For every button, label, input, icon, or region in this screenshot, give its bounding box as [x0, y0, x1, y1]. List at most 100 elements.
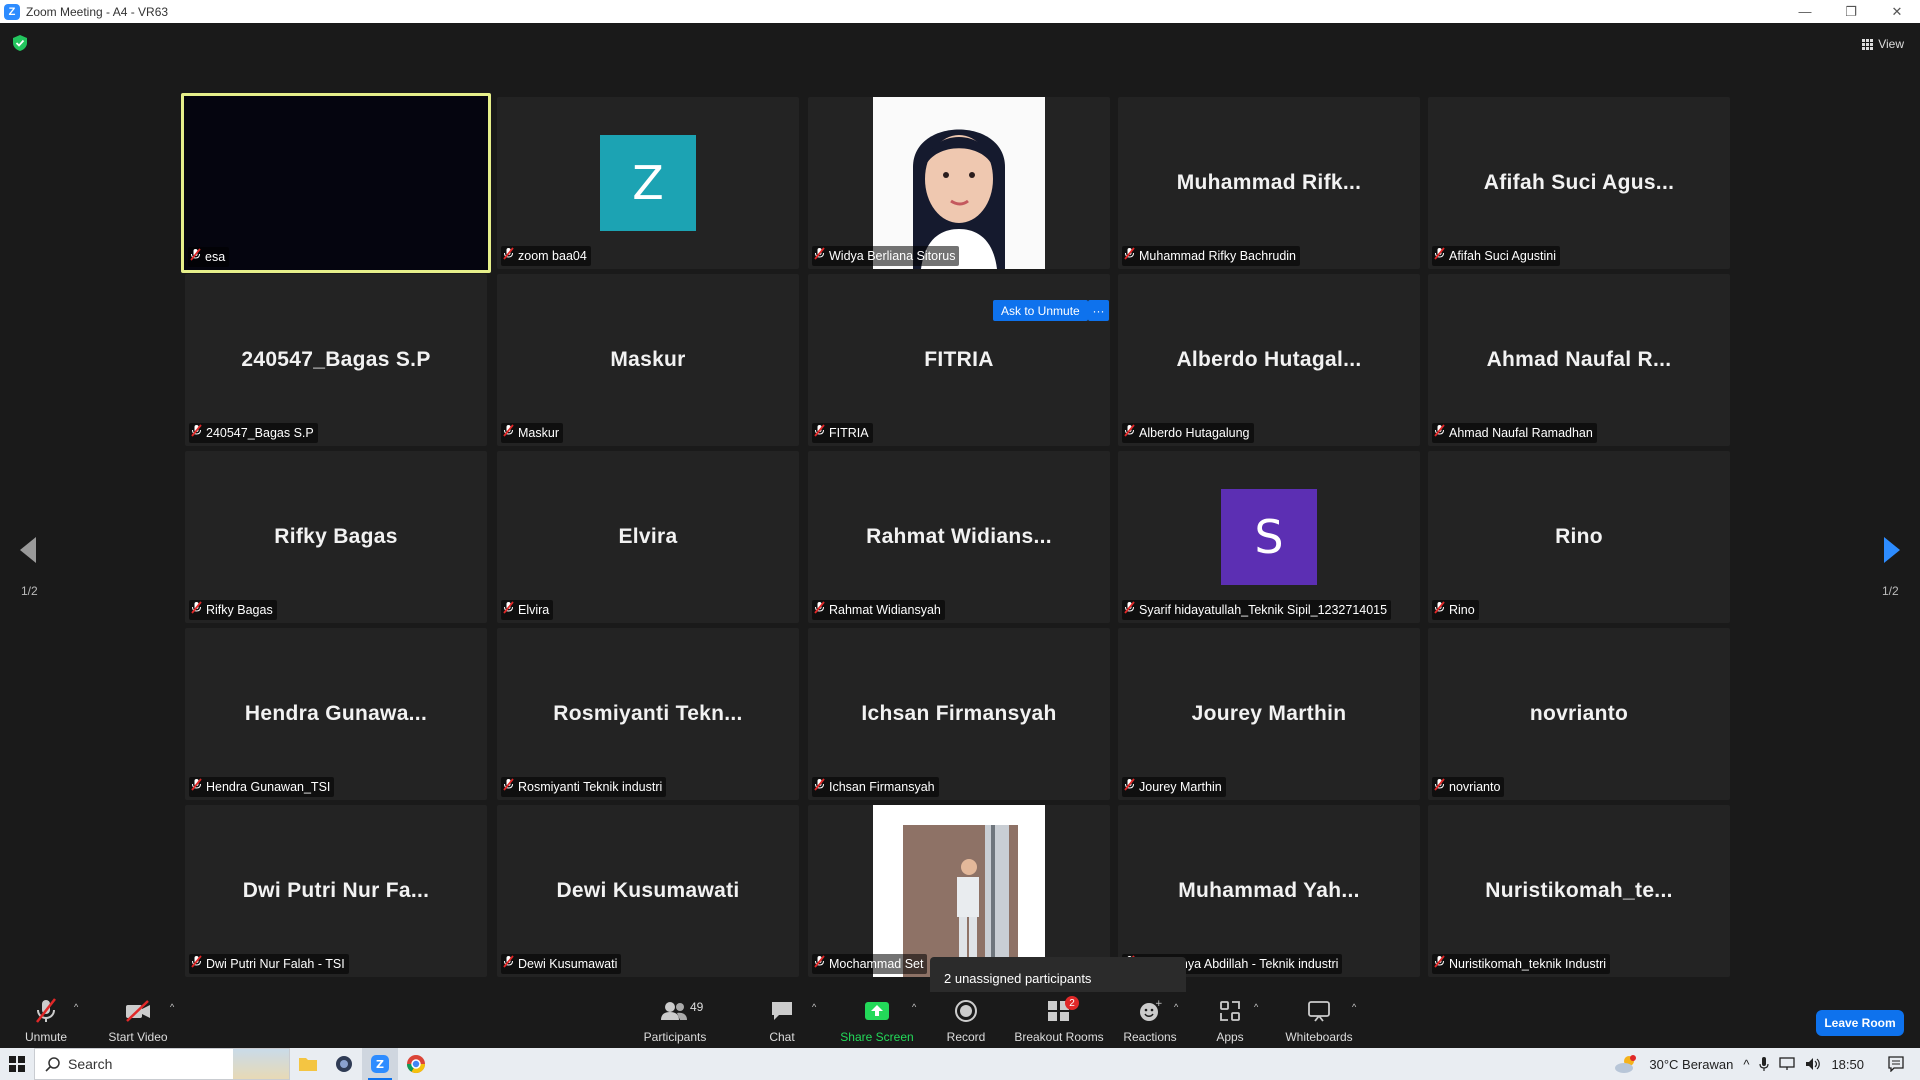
mic-muted-icon [191, 424, 202, 442]
participant-tile[interactable]: Jourey Marthin Jourey Marthin [1118, 628, 1420, 800]
participant-display-name: Rifky Bagas [274, 525, 398, 548]
participant-tile[interactable]: esa [181, 93, 491, 273]
view-label: View [1878, 37, 1904, 51]
start-video-button[interactable]: Start Video [106, 992, 170, 1048]
taskbar-search-input[interactable]: Search [34, 1048, 290, 1080]
participant-tile[interactable]: Afifah Suci Agus... Afifah Suci Agustini [1428, 97, 1730, 269]
participant-name-label: Maskur [501, 423, 563, 443]
participant-tile[interactable]: novrianto novrianto [1428, 628, 1730, 800]
avatar: S [1221, 489, 1317, 585]
participant-tile[interactable]: Rahmat Widians... Rahmat Widiansyah [808, 451, 1110, 623]
participant-tile[interactable]: Widya Berliana Sitorus [808, 97, 1110, 269]
whiteboards-options-caret-icon[interactable]: ^ [1352, 1002, 1356, 1012]
participant-name-text: 240547_Bagas S.P [206, 426, 314, 440]
previous-page-arrow-icon[interactable] [18, 535, 38, 565]
participant-tile[interactable]: Ahmad Naufal R... Ahmad Naufal Ramadhan [1428, 274, 1730, 446]
close-icon[interactable]: ✕ [1874, 0, 1920, 23]
participant-tile[interactable]: S Syarif hidayatullah_Teknik Sipil_123271… [1118, 451, 1420, 623]
participant-name-text: Mochammad Set [829, 957, 924, 971]
participant-name-text: Ahmad Naufal Ramadhan [1449, 426, 1593, 440]
chrome-icon[interactable] [398, 1048, 434, 1080]
participant-display-name: Dewi Kusumawati [556, 879, 740, 902]
participant-name-text: Muhammad Rifky Bachrudin [1139, 249, 1297, 263]
restore-icon[interactable]: ❐ [1828, 0, 1874, 23]
next-page-arrow-icon[interactable] [1882, 535, 1902, 565]
more-options-button[interactable]: ··· [1088, 300, 1109, 321]
clock-time[interactable]: 18:50 [1831, 1057, 1864, 1072]
ask-to-unmute-button[interactable]: Ask to Unmute [993, 300, 1088, 321]
participant-tile[interactable]: Muhammad Rifk... Muhammad Rifky Bachrudin [1118, 97, 1420, 269]
obs-app-icon[interactable] [326, 1048, 362, 1080]
zoom-taskbar-icon[interactable]: Z [362, 1048, 398, 1080]
network-icon[interactable] [1779, 1057, 1796, 1071]
tray-chevron-icon[interactable]: ^ [1743, 1057, 1749, 1072]
file-explorer-icon[interactable] [290, 1048, 326, 1080]
participant-tile[interactable]: Rosmiyanti Tekn... Rosmiyanti Teknik indu… [497, 628, 799, 800]
participant-name-label: Hendra Gunawan_TSI [189, 777, 335, 797]
participant-display-name: Ahmad Naufal R... [1486, 348, 1672, 371]
participant-tile[interactable]: Muhammad Yah... mad Yahya Abdillah - Tekn… [1118, 805, 1420, 977]
breakout-rooms-button[interactable]: 2 Breakout Rooms [1014, 992, 1104, 1048]
chat-options-caret-icon[interactable]: ^ [812, 1002, 816, 1012]
participant-name-label: esa [188, 247, 230, 267]
tray-microphone-icon[interactable] [1759, 1056, 1770, 1072]
participant-tile[interactable]: 240547_Bagas S.P 240547_Bagas S.P [185, 274, 487, 446]
participants-icon: 49 [660, 996, 703, 1026]
participant-tile[interactable]: Elvira Elvira [497, 451, 799, 623]
participant-display-name: Elvira [618, 525, 678, 548]
unmute-button[interactable]: Unmute [20, 992, 72, 1048]
mic-muted-icon [1124, 247, 1135, 265]
mic-muted-icon [814, 247, 825, 265]
participant-name-text: Maskur [518, 426, 559, 440]
participant-display-name: Alberdo Hutagal... [1176, 348, 1362, 371]
participant-name-text: Alberdo Hutagalung [1139, 426, 1250, 440]
notifications-icon[interactable] [1888, 1056, 1904, 1072]
whiteboards-button[interactable]: Whiteboards [1284, 992, 1354, 1048]
participant-tile[interactable]: Rifky Bagas Rifky Bagas [185, 451, 487, 623]
participant-display-name: novrianto [1529, 702, 1629, 725]
participant-tile[interactable]: Maskur Maskur [497, 274, 799, 446]
reactions-options-caret-icon[interactable]: ^ [1174, 1002, 1178, 1012]
record-button[interactable]: Record [944, 992, 988, 1048]
avatar: Z [600, 135, 696, 231]
participants-button[interactable]: 49 Participants [640, 992, 710, 1048]
security-shield-icon[interactable] [13, 35, 27, 51]
windows-start-icon[interactable] [0, 1048, 34, 1080]
audio-options-caret-icon[interactable]: ^ [74, 1002, 78, 1012]
reactions-button[interactable]: + Reactions [1123, 992, 1176, 1048]
participant-name-label: Elvira [501, 600, 554, 620]
weather-cloud-icon[interactable] [1613, 1054, 1639, 1074]
apps-button[interactable]: Apps [1212, 992, 1248, 1048]
participant-name-text: zoom baa04 [518, 249, 587, 263]
minimize-icon[interactable]: — [1782, 0, 1828, 23]
participant-tile[interactable]: Nuristikomah_te... Nuristikomah_teknik In… [1428, 805, 1730, 977]
search-highlight-image [233, 1049, 289, 1079]
apps-options-caret-icon[interactable]: ^ [1254, 1002, 1258, 1012]
mic-muted-icon [814, 955, 825, 973]
participant-tile[interactable]: Hendra Gunawa... Hendra Gunawan_TSI [185, 628, 487, 800]
breakout-rooms-icon: 2 [1047, 996, 1079, 1026]
leave-room-button[interactable]: Leave Room [1816, 1010, 1904, 1036]
participant-name-text: Elvira [518, 603, 550, 617]
participant-tile[interactable]: Mochammad Set [808, 805, 1110, 977]
participant-name-text: FITRIA [829, 426, 869, 440]
participant-tile[interactable]: Dwi Putri Nur Fa... Dwi Putri Nur Falah -… [185, 805, 487, 977]
share-options-caret-icon[interactable]: ^ [912, 1002, 916, 1012]
participant-tile[interactable]: Dewi Kusumawati Dewi Kusumawati [497, 805, 799, 977]
chat-button[interactable]: Chat [762, 992, 802, 1048]
share-screen-button[interactable]: Share Screen [840, 992, 914, 1048]
view-button[interactable]: View [1856, 33, 1910, 55]
video-options-caret-icon[interactable]: ^ [170, 1002, 174, 1012]
speaker-icon[interactable] [1805, 1057, 1821, 1071]
page-indicator-right: 1/2 [1882, 584, 1899, 598]
participant-name-text: esa [205, 250, 226, 264]
participant-tile[interactable]: Ichsan Firmansyah Ichsan Firmansyah [808, 628, 1110, 800]
svg-text:+: + [1155, 999, 1162, 1009]
participant-tile[interactable]: Alberdo Hutagal... Alberdo Hutagalung [1118, 274, 1420, 446]
participant-tile[interactable]: Zzoom baa04 [497, 97, 799, 269]
weather-text[interactable]: 30°C Berawan [1649, 1057, 1733, 1072]
participant-tile[interactable]: Rino Rino [1428, 451, 1730, 623]
video-muted-icon [124, 996, 152, 1026]
participant-name-label: novrianto [1432, 777, 1505, 797]
breakout-badge: 2 [1065, 996, 1079, 1010]
